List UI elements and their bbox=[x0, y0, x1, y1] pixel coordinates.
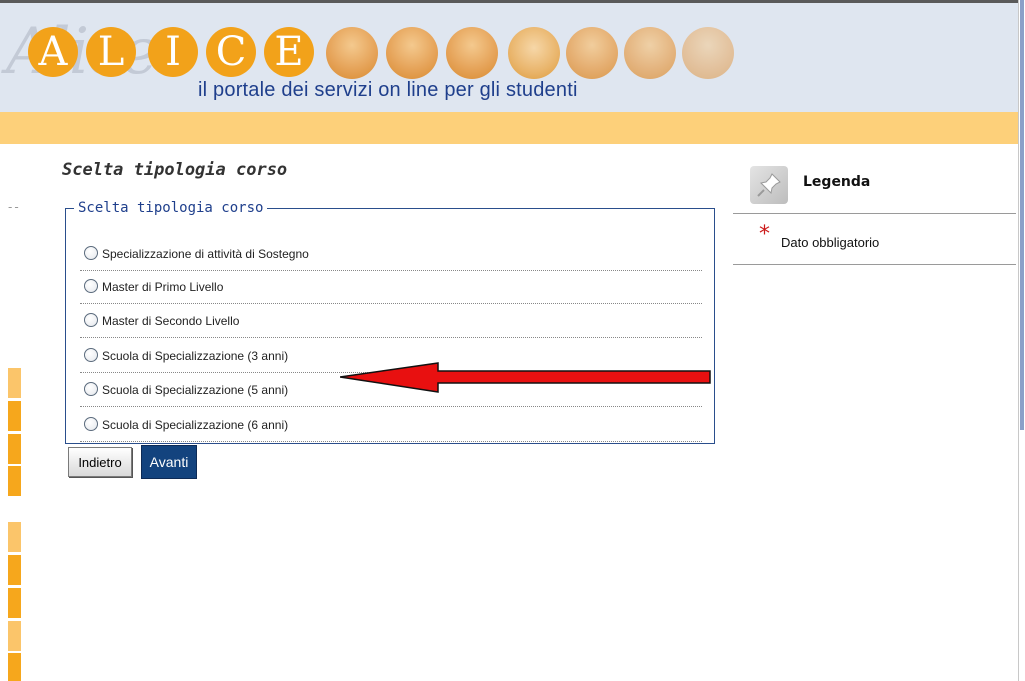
side-menu-tab[interactable] bbox=[8, 466, 21, 496]
header-orange-bar bbox=[0, 112, 1018, 144]
side-menu-tab[interactable] bbox=[8, 522, 21, 552]
side-menu-tab[interactable] bbox=[8, 621, 21, 651]
radio-button[interactable] bbox=[84, 417, 98, 431]
option-label[interactable]: Master di Primo Livello bbox=[102, 280, 223, 294]
logo-letter-a: A bbox=[28, 27, 78, 77]
fieldset-legend: Scelta tipologia corso bbox=[78, 200, 264, 216]
side-menu-tab[interactable] bbox=[8, 588, 21, 618]
course-type-fieldset: Scelta tipologia corso Specializzazione … bbox=[65, 200, 715, 444]
student-photo-icon bbox=[566, 27, 618, 79]
legend-divider bbox=[733, 213, 1016, 214]
logo-letter-i: I bbox=[148, 27, 198, 77]
option-label[interactable]: Scuola di Specializzazione (3 anni) bbox=[102, 349, 288, 363]
course-option-sostegno[interactable]: Specializzazione di attività di Sostegno bbox=[80, 238, 702, 271]
course-option-master-primo-livello[interactable]: Master di Primo Livello bbox=[80, 271, 702, 304]
building-photo-icon bbox=[508, 27, 560, 79]
logo-letter-e: E bbox=[264, 27, 314, 77]
side-menu-tab[interactable] bbox=[8, 368, 21, 398]
course-option-master-secondo-livello[interactable]: Master di Secondo Livello bbox=[80, 305, 702, 338]
legend-title: Legenda bbox=[803, 174, 871, 190]
side-menu-tab[interactable] bbox=[8, 434, 21, 464]
course-option-specializzazione-6-anni[interactable]: Scuola di Specializzazione (6 anni) bbox=[80, 409, 702, 442]
student-photo-icon bbox=[682, 27, 734, 79]
logo-letter-c: C bbox=[206, 27, 256, 77]
student-photo-icon bbox=[326, 27, 378, 79]
side-menu-separator: -- bbox=[8, 200, 21, 214]
side-menu-tab[interactable] bbox=[8, 555, 21, 585]
radio-button[interactable] bbox=[84, 348, 98, 362]
student-photo-icon bbox=[446, 27, 498, 79]
radio-button[interactable] bbox=[84, 382, 98, 396]
radio-button[interactable] bbox=[84, 279, 98, 293]
legend-panel: Legenda * Dato obbligatorio bbox=[733, 160, 1016, 266]
red-arrow-annotation bbox=[340, 362, 711, 393]
vertical-scrollbar[interactable] bbox=[1018, 0, 1025, 681]
option-label[interactable]: Scuola di Specializzazione (6 anni) bbox=[102, 418, 288, 432]
logo-letter-l: L bbox=[86, 27, 136, 77]
option-label[interactable]: Specializzazione di attività di Sostegno bbox=[102, 247, 309, 261]
radio-button[interactable] bbox=[84, 246, 98, 260]
radio-button[interactable] bbox=[84, 313, 98, 327]
legend-required-label: Dato obbligatorio bbox=[781, 235, 880, 250]
legend-divider bbox=[733, 264, 1016, 265]
pin-icon bbox=[750, 166, 788, 204]
page-title: Scelta tipologia corso bbox=[62, 160, 288, 180]
side-menu-tab[interactable] bbox=[8, 653, 21, 681]
student-photo-icon bbox=[386, 27, 438, 79]
next-button[interactable]: Avanti bbox=[141, 445, 197, 479]
student-photo-icon bbox=[624, 27, 676, 79]
required-asterisk-icon: * bbox=[759, 222, 770, 247]
side-menu-tab[interactable] bbox=[8, 401, 21, 431]
option-label[interactable]: Master di Secondo Livello bbox=[102, 314, 239, 328]
scrollbar-thumb[interactable] bbox=[1020, 0, 1024, 430]
portal-tagline: il portale dei servizi on line per gli s… bbox=[198, 79, 578, 101]
back-button[interactable]: Indietro bbox=[68, 447, 132, 477]
option-label[interactable]: Scuola di Specializzazione (5 anni) bbox=[102, 383, 288, 397]
site-header: Alice A L I C E il portale dei servizi o… bbox=[0, 3, 1018, 112]
